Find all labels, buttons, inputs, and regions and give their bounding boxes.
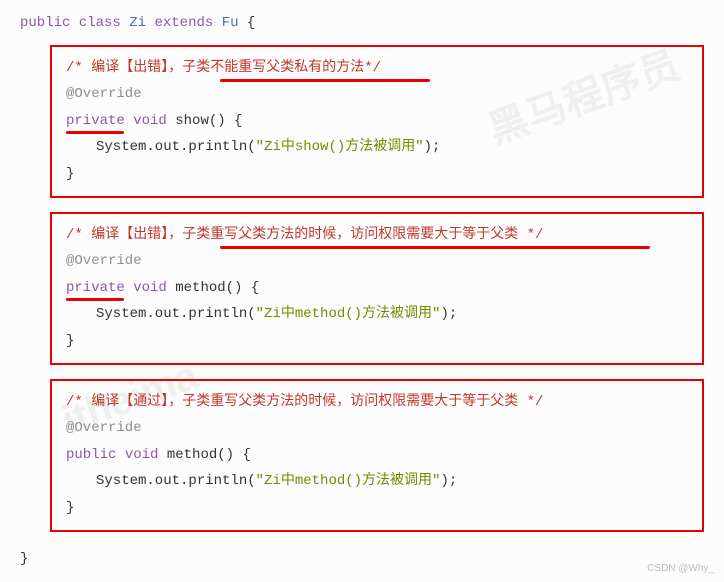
method-sig: private void show() { (66, 108, 688, 135)
error-box-1: /* 编译【出错】，子类不能重写父类私有的方法*/ @Override priv… (50, 45, 704, 198)
comment: /* 编译【出错】，子类不能重写父类私有的方法*/ (66, 60, 381, 76)
body-line: System.out.println("Zi中method()方法被调用"); (66, 468, 457, 495)
kw-private: private (66, 113, 125, 129)
kw-class: class (79, 15, 121, 31)
body-line: System.out.println("Zi中show()方法被调用"); (66, 134, 440, 161)
sig-tail: () { (217, 447, 251, 463)
kw-private: private (66, 280, 125, 296)
string-literal: "Zi中show()方法被调用" (256, 139, 424, 155)
method-sig: public void method() { (66, 442, 688, 469)
kw-public: public (20, 15, 70, 31)
sysout: System.out.println( (96, 139, 256, 155)
comment: /* 编译【通过】，子类重写父类方法的时候，访问权限需要大于等于父类 */ (66, 394, 543, 410)
pass-box-3: /* 编译【通过】，子类重写父类方法的时候，访问权限需要大于等于父类 */ @O… (50, 379, 704, 532)
annotation-line: @Override (66, 415, 688, 442)
sysout: System.out.println( (96, 306, 256, 322)
annotation: @Override (66, 420, 142, 436)
sysout: System.out.println( (96, 473, 256, 489)
annotation: @Override (66, 253, 142, 269)
brace-open: { (247, 15, 255, 31)
class-decl: public class Zi extends Fu { (20, 10, 704, 37)
tail: ); (424, 139, 441, 155)
string-literal: "Zi中method()方法被调用" (256, 306, 441, 322)
tail: ); (440, 306, 457, 322)
comment-line: /* 编译【通过】，子类重写父类方法的时候，访问权限需要大于等于父类 */ (66, 389, 688, 416)
sig-tail: () { (209, 113, 243, 129)
class-zi: Zi (129, 15, 146, 31)
close-brace: } (66, 161, 688, 188)
kw-public: public (66, 447, 116, 463)
comment-line: /* 编译【出错】，子类重写父类方法的时候，访问权限需要大于等于父类 */ (66, 222, 688, 249)
attribution: CSDN @Why_ (647, 559, 714, 578)
tail: ); (440, 473, 457, 489)
method-name: method (167, 447, 217, 463)
error-box-2: /* 编译【出错】，子类重写父类方法的时候，访问权限需要大于等于父类 */ @O… (50, 212, 704, 365)
comment-line: /* 编译【出错】，子类不能重写父类私有的方法*/ (66, 55, 688, 82)
method-name: method (175, 280, 225, 296)
method-name: show (175, 113, 209, 129)
close-brace: } (66, 328, 688, 355)
sig-tail: () { (226, 280, 260, 296)
comment: /* 编译【出错】，子类重写父类方法的时候，访问权限需要大于等于父类 */ (66, 227, 543, 243)
annotation-line: @Override (66, 81, 688, 108)
annotation: @Override (66, 86, 142, 102)
string-literal: "Zi中method()方法被调用" (256, 473, 441, 489)
body-line: System.out.println("Zi中method()方法被调用"); (66, 301, 457, 328)
kw-extends: extends (154, 15, 213, 31)
close-brace: } (66, 495, 688, 522)
class-close: } (20, 546, 704, 573)
kw-void: void (125, 447, 159, 463)
method-sig: private void method() { (66, 275, 688, 302)
kw-void: void (133, 113, 167, 129)
kw-void: void (133, 280, 167, 296)
class-fu: Fu (222, 15, 239, 31)
annotation-line: @Override (66, 248, 688, 275)
